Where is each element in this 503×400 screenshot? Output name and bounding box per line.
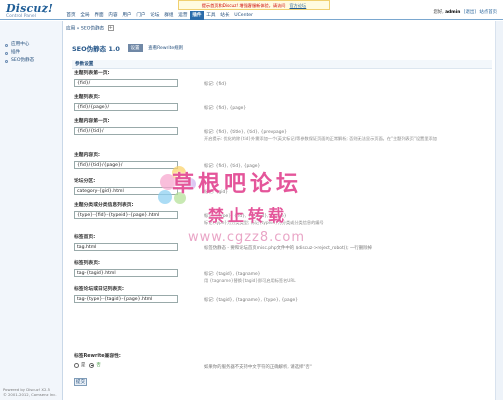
logout-link[interactable]: [退出] <box>464 10 476 15</box>
nav-tab[interactable]: 插件 <box>189 11 204 20</box>
bullet-icon <box>5 43 8 47</box>
setting-hint-extra: 开启提示: 优化的除{tid}外需添加一个(英文标记)等参数保证页面的正常解析;… <box>204 136 437 141</box>
nav-tab[interactable]: 运营 <box>176 11 190 20</box>
setting-input[interactable]: {fid}/ <box>74 79 178 87</box>
setting-label: 标签论坛或日记列表页: <box>74 287 124 292</box>
notice-banner: 提示首页和Discuz! 增强客服新体验，请访问 官方论坛 <box>178 0 330 10</box>
setting-input[interactable]: tag-{tagid}.html <box>74 269 178 277</box>
nav-tab[interactable]: 站长 <box>218 11 232 20</box>
breadcrumb: 应用 » SEO伪静态 + <box>66 25 114 32</box>
submit-button[interactable]: 提交 <box>74 378 87 386</box>
nav-tab[interactable]: 首页 <box>64 11 78 20</box>
site-home-link[interactable]: 站点首页 <box>479 10 497 15</box>
sidebar-item-app-center[interactable]: 应用中心 <box>0 41 62 49</box>
notice-link[interactable]: 官方论坛 <box>289 3 306 8</box>
setting-label: 主题内容第一页: <box>74 119 110 124</box>
bullet-icon <box>5 51 8 55</box>
right-scroll-rail <box>495 21 503 400</box>
watermark-title: 草根吧论坛 <box>172 172 303 197</box>
watermark-url: www.cgzz8.com <box>188 230 306 245</box>
setting-hint: 标记: {fid}, {title}, {tid}, {prevpage} <box>204 130 288 135</box>
top-navigation: 首页 全局 界面 内容 用户 门户 论坛 群组 运营 插件 工具 站长 UCenter <box>64 11 255 20</box>
nav-tab[interactable]: 内容 <box>106 11 120 20</box>
page-title: SEO伪静态 1.0 <box>72 45 120 53</box>
copyright: © 2001-2012, Comsenz Inc. <box>3 392 57 397</box>
sidebar-item-label: SEO伪静态 <box>11 58 35 63</box>
rewrite-compat-radios: 是 否 <box>74 362 105 368</box>
discuz-logo[interactable]: Discuz! Control Panel <box>6 2 53 19</box>
setting-hint: 如果你的服务器不支持中文字符的正确解析, 请选择"否" <box>204 365 312 370</box>
sidebar: 应用中心 插件 SEO伪静态 Powered by Discuz! X2.5 ©… <box>0 21 63 400</box>
nav-tab[interactable]: 工具 <box>204 11 218 20</box>
sidebar-item-plugins[interactable]: 插件 <box>0 49 62 57</box>
nav-tab[interactable]: 全局 <box>78 11 92 20</box>
user-prefix: 您好, <box>433 10 444 15</box>
bullet-icon <box>5 59 8 63</box>
radio-yes[interactable] <box>74 362 79 368</box>
setting-row: 主题内容第一页: {fid}/{tid}/ 标记: {fid}, {title}, … <box>74 117 490 141</box>
setting-row: 主题列表页: {fid}/{page}/ 标记: {fid}, {page} <box>74 93 490 111</box>
setting-hint: 标记: {fid} <box>204 82 227 87</box>
nav-tab[interactable]: 用户 <box>120 11 134 20</box>
setting-label: 主题内容页: <box>74 153 100 158</box>
setting-label: 标签Rewrite兼容性: <box>74 354 121 359</box>
radio-no[interactable] <box>89 362 95 368</box>
sidebar-item-label: 插件 <box>11 50 21 55</box>
setting-input[interactable]: tag-{type}-{tagid}-{page}.html <box>74 295 178 303</box>
setting-hint: 标记: {fid}, {page} <box>204 106 247 111</box>
setting-label: 主题列表页: <box>74 95 100 100</box>
setting-input[interactable]: {fid}/{page}/ <box>74 103 178 111</box>
nav-tab[interactable]: 门户 <box>134 11 148 20</box>
setting-row: 主题列表第一页: {fid}/ 标记: {fid} <box>74 69 490 87</box>
nav-tab[interactable]: 界面 <box>92 11 106 20</box>
setting-input[interactable]: {fid}/{tid}/ <box>74 127 178 135</box>
setting-label: 主题列表第一页: <box>74 71 110 76</box>
notice-text: 提示首页和Discuz! 增强客服新体验，请访问 <box>201 3 286 8</box>
setting-row: 标签论坛或日记列表页: tag-{type}-{tagid}-{page}.htm… <box>74 285 490 303</box>
section-title: 参数设置 <box>75 62 94 67</box>
copyright-footer: Powered by Discuz! X2.5 © 2001-2012, Com… <box>3 387 57 397</box>
setting-row: 主题内容页: {fid}/{tid}/{page}/标记: {fid}, {tid… <box>74 151 490 169</box>
add-shortcut-icon[interactable]: + <box>107 25 114 31</box>
breadcrumb-text[interactable]: 应用 » SEO伪静态 <box>66 27 104 32</box>
setting-hint-extra: 用 {tagname}替换{tagid}即可启用标签名URL <box>204 278 296 283</box>
username: admin <box>445 10 461 15</box>
admin-header: Discuz! Control Panel 提示首页和Discuz! 增强客服新… <box>0 0 503 20</box>
page-title-row: SEO伪静态 1.0 设置 查看Rewrite规则 <box>72 43 183 53</box>
nav-tab[interactable]: UCenter <box>232 11 256 20</box>
rewrite-compat-row: 标签Rewrite兼容性: 是 否 如果你的服务器不支持中文字符的正确解析, 请… <box>74 352 490 370</box>
user-bar: 您好, admin [退出] 站点首页 <box>433 9 497 15</box>
watermark: 草根吧论坛 禁止转载 www.cgzz8.com <box>150 160 350 270</box>
radio-yes-label: 是 <box>81 363 86 368</box>
sidebar-item-seo[interactable]: SEO伪静态 <box>0 57 62 65</box>
radio-no-label: 否 <box>96 363 101 368</box>
nav-tab[interactable]: 群组 <box>162 11 176 20</box>
watermark-subtitle: 禁止转载 <box>208 206 289 225</box>
setting-hint: 标记: {tagid}, {tagname}, {type}, {page} <box>204 298 299 303</box>
sidebar-item-label: 应用中心 <box>11 42 30 47</box>
section-header: 参数设置 <box>72 60 492 69</box>
nav-tab[interactable]: 论坛 <box>148 11 162 20</box>
tab-settings[interactable]: 设置 <box>127 44 143 52</box>
setting-hint: 标记: {tagid}, {tagname} <box>204 272 261 277</box>
view-rewrite-rules-link[interactable]: 查看Rewrite规则 <box>148 46 183 51</box>
